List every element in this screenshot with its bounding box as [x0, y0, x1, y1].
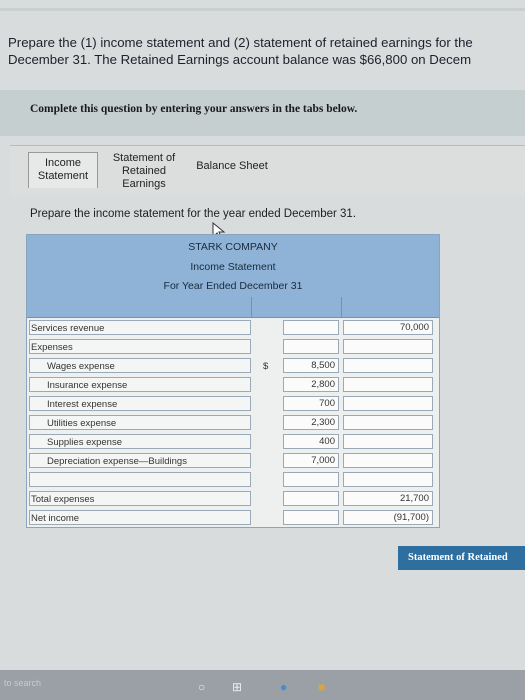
table-row: Interest expense 700 — [27, 395, 439, 414]
statement-header: STARK COMPANY Income Statement For Year … — [27, 235, 439, 298]
taskbar-search[interactable]: to search — [4, 678, 41, 688]
header-band — [27, 297, 439, 318]
total-input[interactable]: 70,000 — [343, 320, 433, 335]
total-input[interactable] — [343, 453, 433, 468]
amount-input[interactable] — [283, 510, 339, 525]
row-label: Depreciation expense—Buildings — [47, 456, 187, 467]
table-row: Supplies expense 400 — [27, 433, 439, 452]
total-input[interactable] — [343, 339, 433, 354]
tab-retained-earnings[interactable]: Statement of Retained Earnings — [106, 152, 182, 191]
row-label: Net income — [31, 513, 80, 524]
amount-input[interactable]: 7,000 — [283, 453, 339, 468]
amount-input[interactable] — [283, 472, 339, 487]
income-statement-table: STARK COMPANY Income Statement For Year … — [26, 234, 440, 528]
subprompt-text: Prepare the income statement for the yea… — [30, 208, 357, 220]
statement-title: Income Statement — [190, 261, 276, 273]
tab-bar: Income Statement Statement of Retained E… — [10, 145, 525, 196]
row-label-field[interactable] — [29, 472, 251, 487]
amount-input[interactable]: 8,500 — [283, 358, 339, 373]
currency-symbol: $ — [263, 361, 269, 372]
table-row: Services revenue 70,000 — [27, 319, 439, 338]
amount-input[interactable]: 2,300 — [283, 415, 339, 430]
total-input[interactable] — [343, 396, 433, 411]
tab-balance-sheet[interactable]: Balance Sheet — [188, 160, 276, 173]
next-tab-button[interactable]: Statement of Retained — [398, 546, 525, 570]
taskbar: to search ○ ⊞ ● ■ — [0, 670, 525, 700]
statement-period: For Year Ended December 31 — [163, 280, 303, 292]
file-explorer-icon[interactable]: ■ — [318, 680, 325, 694]
prompt-line-2: December 31. The Retained Earnings accou… — [8, 52, 472, 67]
table-row: Total expenses 21,700 — [27, 490, 439, 509]
task-view-icon[interactable]: ⊞ — [232, 680, 242, 694]
tab-income-statement[interactable]: Income Statement — [28, 152, 98, 188]
question-prompt: Prepare the (1) income statement and (2)… — [8, 34, 525, 68]
table-row: Expenses — [27, 338, 439, 357]
total-input[interactable] — [343, 434, 433, 449]
amount-input[interactable] — [283, 320, 339, 335]
instruction-banner: Complete this question by entering your … — [0, 90, 525, 136]
amount-input[interactable]: 2,800 — [283, 377, 339, 392]
row-label: Wages expense — [47, 361, 115, 372]
column-divider — [251, 297, 252, 317]
total-input[interactable]: (91,700) — [343, 510, 433, 525]
table-row: Wages expense $8,500 — [27, 357, 439, 376]
cortana-icon[interactable]: ○ — [198, 680, 205, 694]
row-label: Expenses — [31, 342, 73, 353]
row-label: Insurance expense — [47, 380, 128, 391]
row-label: Supplies expense — [47, 437, 122, 448]
row-label: Total expenses — [31, 494, 95, 505]
column-divider — [341, 297, 342, 317]
amount-input[interactable] — [283, 491, 339, 506]
top-divider — [0, 8, 525, 11]
instruction-text: Complete this question by entering your … — [30, 103, 358, 115]
table-row: Net income$(91,700) — [27, 509, 439, 528]
table-row: Insurance expense 2,800 — [27, 376, 439, 395]
total-input[interactable] — [343, 415, 433, 430]
table-row: Utilities expense 2,300 — [27, 414, 439, 433]
table-row — [27, 471, 439, 490]
total-input[interactable] — [343, 358, 433, 373]
total-input[interactable]: 21,700 — [343, 491, 433, 506]
table-row: Depreciation expense—Buildings 7,000 — [27, 452, 439, 471]
amount-input[interactable] — [283, 339, 339, 354]
row-label: Utilities expense — [47, 418, 117, 429]
amount-input[interactable]: 400 — [283, 434, 339, 449]
amount-input[interactable]: 700 — [283, 396, 339, 411]
edge-icon[interactable]: ● — [280, 680, 287, 694]
row-label: Interest expense — [47, 399, 118, 410]
company-name: STARK COMPANY — [188, 241, 278, 253]
total-input[interactable] — [343, 377, 433, 392]
total-input[interactable] — [343, 472, 433, 487]
row-label: Services revenue — [31, 323, 105, 334]
prompt-line-1: Prepare the (1) income statement and (2)… — [8, 35, 473, 50]
